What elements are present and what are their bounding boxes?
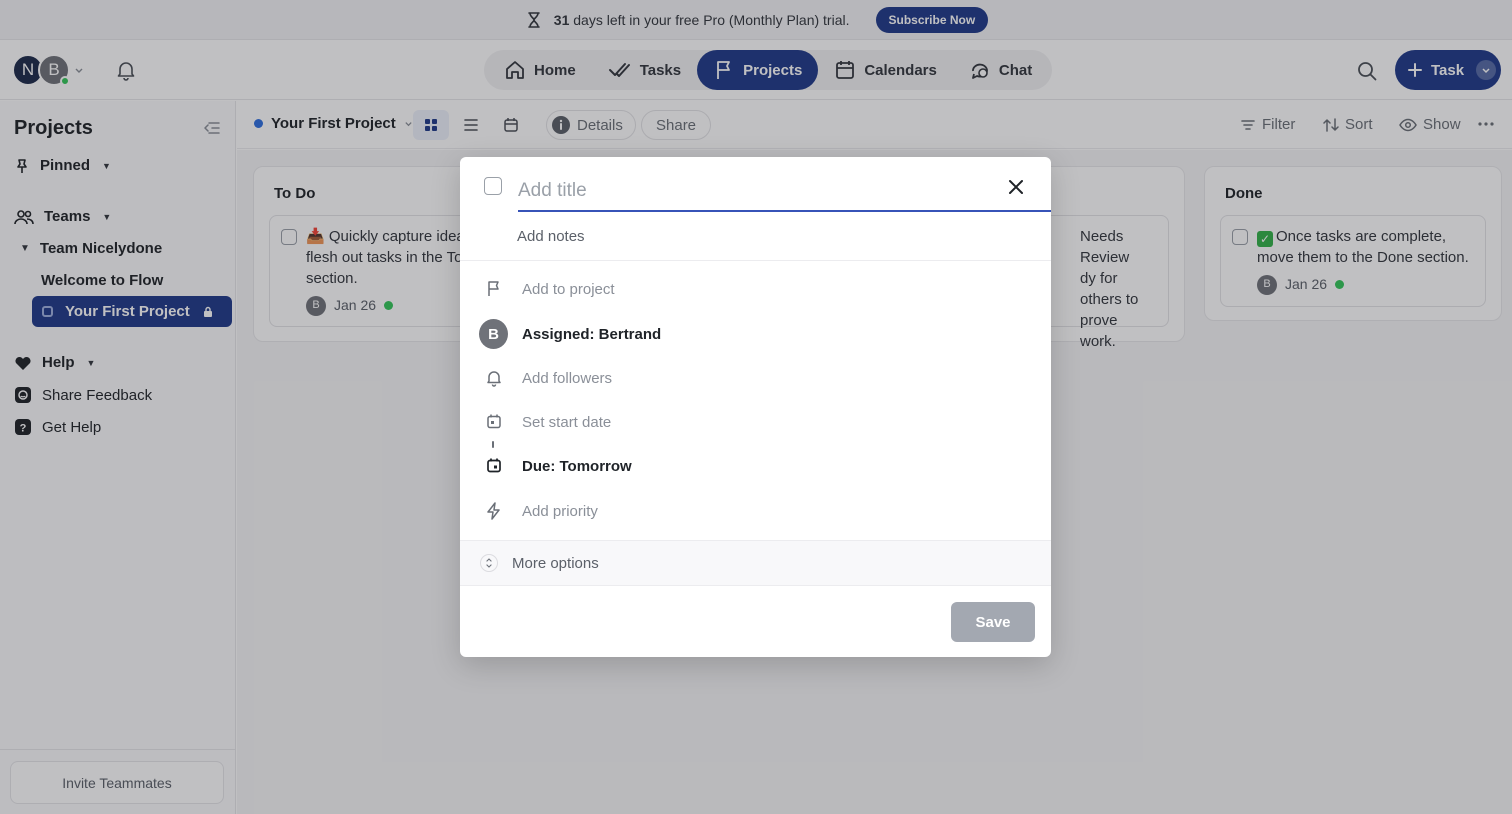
add-to-project-row[interactable]: Add to project [480, 280, 615, 298]
flag-icon [480, 280, 508, 298]
task-notes-field[interactable]: Add notes [517, 228, 585, 245]
save-button[interactable]: Save [951, 602, 1035, 642]
task-complete-checkbox[interactable] [484, 177, 502, 195]
more-options-row[interactable]: More options [460, 540, 1051, 586]
modal-divider [460, 260, 1051, 261]
add-to-project-label: Add to project [522, 280, 615, 298]
start-date-row[interactable]: Set start date [480, 413, 611, 431]
new-task-modal: Add notes Add to project B Assigned: Ber… [460, 157, 1051, 657]
due-label: Due: Tomorrow [522, 457, 632, 475]
bell-icon [480, 369, 508, 387]
followers-row[interactable]: Add followers [480, 369, 612, 387]
add-priority-label: Add priority [522, 502, 598, 520]
assignee-row[interactable]: B Assigned: Bertrand [479, 319, 662, 349]
assigned-label: Assigned: Bertrand [522, 325, 662, 343]
lightning-icon [480, 502, 508, 520]
calendar-icon [480, 413, 508, 431]
more-options-label: More options [512, 554, 599, 572]
expand-icon [480, 554, 498, 572]
task-title-input[interactable] [518, 172, 1051, 212]
due-date-row[interactable]: Due: Tomorrow [480, 457, 632, 475]
assignee-initial: B [479, 319, 508, 349]
calendar-due-icon [480, 457, 508, 475]
assignee-avatar: B [479, 319, 508, 349]
add-followers-label: Add followers [522, 369, 613, 387]
close-icon[interactable] [1006, 177, 1026, 197]
date-connector [492, 441, 494, 448]
priority-row[interactable]: Add priority [480, 502, 598, 520]
set-start-date-label: Set start date [522, 413, 612, 431]
